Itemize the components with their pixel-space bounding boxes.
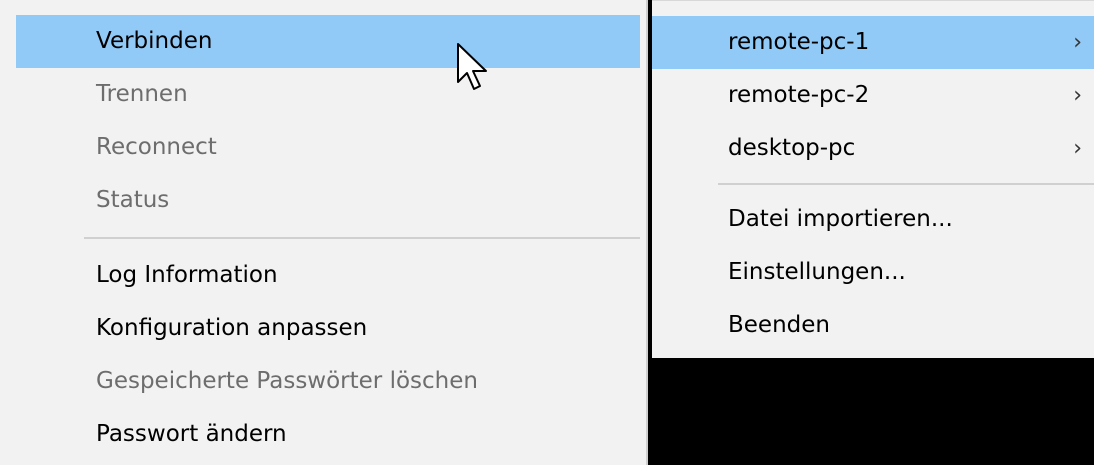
chevron-right-icon: › <box>1073 136 1082 161</box>
submenu-item-datei-importieren[interactable]: Datei importieren... <box>652 193 1094 246</box>
menu-item-passwort-aendern[interactable]: Passwort ändern <box>16 408 640 461</box>
menu-item-label: Verbinden <box>96 28 213 54</box>
menu-item-reconnect[interactable]: Reconnect <box>16 121 640 174</box>
context-menu: Verbinden Trennen Reconnect Status Log I… <box>0 0 648 465</box>
menu-item-label: Log Information <box>96 262 278 288</box>
submenu-item-einstellungen[interactable]: Einstellungen... <box>652 246 1094 299</box>
menu-item-passwoerter-loeschen[interactable]: Gespeicherte Passwörter löschen <box>16 355 640 408</box>
submenu-item-desktop-pc[interactable]: desktop-pc › <box>652 122 1094 175</box>
mouse-pointer-icon <box>457 43 487 90</box>
menu-item-verbinden[interactable]: Verbinden <box>16 15 640 68</box>
submenu-item-label: Einstellungen... <box>728 259 906 285</box>
menu-item-log-information[interactable]: Log Information <box>16 249 640 302</box>
menu-item-label: Reconnect <box>96 134 217 160</box>
screen: Verbinden Trennen Reconnect Status Log I… <box>0 0 1094 465</box>
menu-item-label: Status <box>96 187 170 213</box>
menu-item-konfiguration-anpassen[interactable]: Konfiguration anpassen <box>16 302 640 355</box>
submenu-item-beenden[interactable]: Beenden <box>652 299 1094 352</box>
submenu-separator <box>718 183 1094 185</box>
menu-separator <box>84 237 640 239</box>
menu-item-status[interactable]: Status <box>16 174 640 227</box>
submenu-item-label: Datei importieren... <box>728 206 953 232</box>
submenu-item-remote-pc-1[interactable]: remote-pc-1 › <box>652 16 1094 69</box>
submenu-item-label: Beenden <box>728 312 830 338</box>
menu-item-label: Trennen <box>96 81 188 107</box>
submenu-item-label: remote-pc-2 <box>728 82 870 108</box>
submenu-item-remote-pc-2[interactable]: remote-pc-2 › <box>652 69 1094 122</box>
menu-item-label: Konfiguration anpassen <box>96 315 368 341</box>
submenu: remote-pc-1 › remote-pc-2 › desktop-pc ›… <box>652 0 1094 358</box>
submenu-item-label: desktop-pc <box>728 135 856 161</box>
submenu-item-label: remote-pc-1 <box>728 29 870 55</box>
chevron-right-icon: › <box>1073 30 1082 55</box>
chevron-right-icon: › <box>1073 83 1082 108</box>
menu-item-trennen[interactable]: Trennen <box>16 68 640 121</box>
menu-item-label: Gespeicherte Passwörter löschen <box>96 368 478 394</box>
menu-item-label: Passwort ändern <box>96 421 287 447</box>
